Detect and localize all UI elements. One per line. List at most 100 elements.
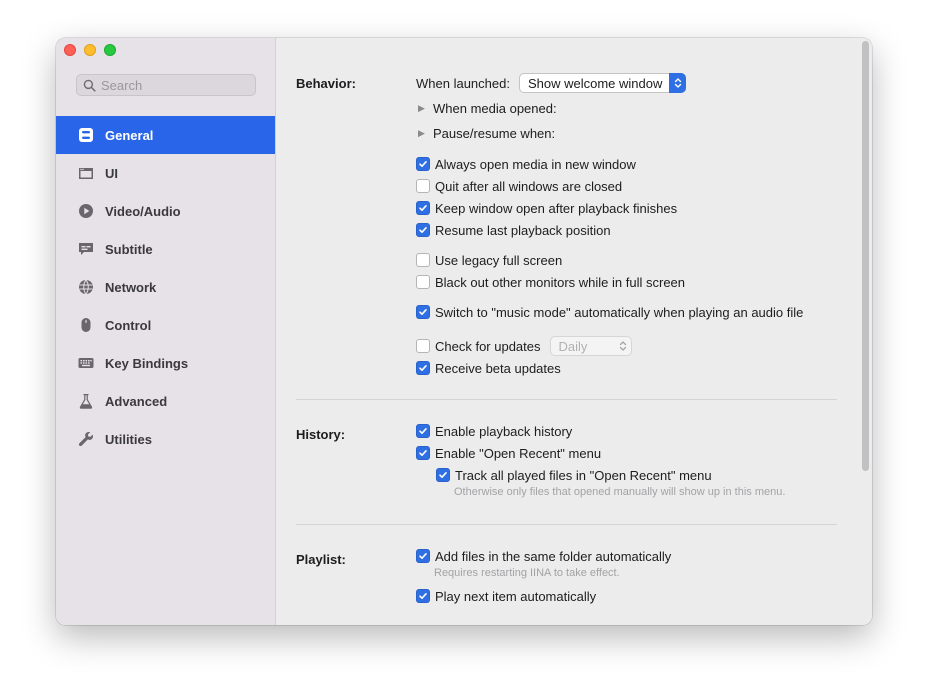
add-same-folder-hint: Requires restarting IINA to take effect.	[434, 567, 620, 579]
disclosure-triangle-icon: ▶	[418, 102, 425, 113]
play-icon	[77, 202, 95, 220]
sidebar-item-label: Advanced	[105, 393, 168, 409]
playlist-section-label: Playlist:	[296, 552, 346, 567]
sidebar: General UI Video/Audio Subtitle	[56, 38, 276, 625]
window-controls	[64, 44, 116, 56]
checkbox-label: Play next item automatically	[435, 588, 597, 604]
sidebar-item-label: Key Bindings	[105, 355, 189, 371]
update-frequency-popup[interactable]: Daily	[549, 336, 632, 356]
search-field[interactable]	[76, 74, 256, 96]
update-frequency-value: Daily	[558, 338, 588, 354]
sidebar-item-network[interactable]: Network	[56, 268, 275, 306]
search-icon	[83, 79, 96, 92]
checkbox-checked[interactable]	[416, 446, 430, 460]
receive-beta-checkbox[interactable]: Receive beta updates	[416, 359, 561, 377]
globe-icon	[77, 278, 95, 296]
keyboard-icon	[77, 354, 95, 372]
checkbox-checked[interactable]	[416, 549, 430, 563]
checkbox-checked[interactable]	[416, 589, 430, 603]
window-icon	[77, 164, 95, 182]
checkbox-unchecked[interactable]	[416, 275, 430, 289]
preferences-window: General UI Video/Audio Subtitle	[56, 38, 872, 625]
checkbox-unchecked[interactable]	[416, 179, 430, 193]
disclosure-triangle-icon: ▶	[418, 127, 425, 138]
sidebar-item-advanced[interactable]: Advanced	[56, 382, 275, 420]
when-launched-value: Show welcome window	[527, 75, 663, 91]
add-same-folder-checkbox[interactable]: Add files in the same folder automatical…	[416, 547, 671, 565]
sidebar-item-utilities[interactable]: Utilities	[56, 420, 275, 458]
checkbox-label: Switch to "music mode" automatically whe…	[435, 304, 804, 320]
checkbox-checked[interactable]	[436, 468, 450, 482]
always-open-new-window-checkbox[interactable]: Always open media in new window	[416, 155, 636, 173]
sidebar-item-label: Utilities	[105, 431, 152, 447]
checkbox-label: Use legacy full screen	[435, 252, 563, 268]
enable-history-checkbox[interactable]: Enable playback history	[416, 422, 572, 440]
section-divider	[296, 524, 837, 525]
legacy-full-screen-checkbox[interactable]: Use legacy full screen	[416, 251, 562, 269]
sidebar-item-subtitle[interactable]: Subtitle	[56, 230, 275, 268]
subtitle-icon	[77, 240, 95, 258]
settings-pane: Behavior: When launched: Show welcome wi…	[276, 38, 858, 625]
pause-resume-label: Pause/resume when:	[433, 125, 556, 141]
when-media-opened-disclosure[interactable]: ▶ When media opened:	[418, 99, 557, 117]
minimize-button[interactable]	[84, 44, 96, 56]
vertical-scrollbar[interactable]	[858, 38, 872, 625]
popup-arrows-icon	[615, 336, 632, 356]
search-input[interactable]	[101, 77, 251, 93]
zoom-button[interactable]	[104, 44, 116, 56]
enable-open-recent-checkbox[interactable]: Enable "Open Recent" menu	[416, 444, 601, 462]
when-media-opened-label: When media opened:	[433, 100, 557, 116]
checkbox-label: Quit after all windows are closed	[435, 178, 623, 194]
mouse-icon	[77, 316, 95, 334]
checkbox-checked[interactable]	[416, 201, 430, 215]
checkbox-checked[interactable]	[416, 305, 430, 319]
checkbox-label: Black out other monitors while in full s…	[435, 274, 686, 290]
checkbox-label: Receive beta updates	[435, 360, 561, 376]
checkbox-unchecked[interactable]	[416, 339, 430, 353]
section-divider	[296, 399, 837, 400]
play-next-checkbox[interactable]: Play next item automatically	[416, 587, 596, 605]
checkbox-label: Track all played files in "Open Recent" …	[455, 467, 712, 483]
flask-icon	[77, 392, 95, 410]
sidebar-item-label: General	[105, 127, 154, 143]
popup-arrows-icon	[669, 73, 687, 93]
sidebar-item-label: Subtitle	[105, 241, 153, 257]
checkbox-checked[interactable]	[416, 223, 430, 237]
checkbox-label: Add files in the same folder automatical…	[435, 548, 672, 564]
music-mode-checkbox[interactable]: Switch to "music mode" automatically whe…	[416, 303, 803, 321]
keep-window-open-checkbox[interactable]: Keep window open after playback finishes	[416, 199, 677, 217]
sidebar-item-video-audio[interactable]: Video/Audio	[56, 192, 275, 230]
sidebar-item-general[interactable]: General	[56, 116, 275, 154]
checkbox-checked[interactable]	[416, 157, 430, 171]
sidebar-item-ui[interactable]: UI	[56, 154, 275, 192]
sidebar-item-control[interactable]: Control	[56, 306, 275, 344]
sidebar-item-label: Video/Audio	[105, 203, 181, 219]
wrench-icon	[77, 430, 95, 448]
check-updates-checkbox[interactable]: Check for updates Daily	[416, 336, 632, 356]
track-all-played-checkbox[interactable]: Track all played files in "Open Recent" …	[436, 466, 712, 484]
general-icon	[77, 126, 95, 144]
pause-resume-disclosure[interactable]: ▶ Pause/resume when:	[418, 124, 555, 142]
when-launched-popup[interactable]: Show welcome window	[518, 73, 687, 93]
sidebar-item-key-bindings[interactable]: Key Bindings	[56, 344, 275, 382]
track-all-played-hint: Otherwise only files that opened manuall…	[454, 486, 786, 498]
checkbox-label: Resume last playback position	[435, 222, 611, 238]
checkbox-checked[interactable]	[416, 424, 430, 438]
checkbox-unchecked[interactable]	[416, 253, 430, 267]
checkbox-label: Enable playback history	[435, 423, 573, 439]
scrollbar-thumb[interactable]	[862, 41, 869, 471]
when-launched-row: When launched: Show welcome window	[416, 73, 687, 93]
history-section-label: History:	[296, 427, 346, 442]
checkbox-label: Keep window open after playback finishes	[435, 200, 678, 216]
quit-after-windows-closed-checkbox[interactable]: Quit after all windows are closed	[416, 177, 622, 195]
checkbox-label: Check for updates	[435, 338, 541, 354]
black-out-monitors-checkbox[interactable]: Black out other monitors while in full s…	[416, 273, 685, 291]
close-button[interactable]	[64, 44, 76, 56]
sidebar-item-label: Network	[105, 279, 157, 295]
checkbox-checked[interactable]	[416, 361, 430, 375]
sidebar-item-label: UI	[105, 165, 118, 181]
behavior-section-label: Behavior:	[296, 76, 356, 91]
resume-last-position-checkbox[interactable]: Resume last playback position	[416, 221, 611, 239]
sidebar-nav: General UI Video/Audio Subtitle Network …	[56, 116, 275, 458]
checkbox-label: Enable "Open Recent" menu	[435, 445, 602, 461]
